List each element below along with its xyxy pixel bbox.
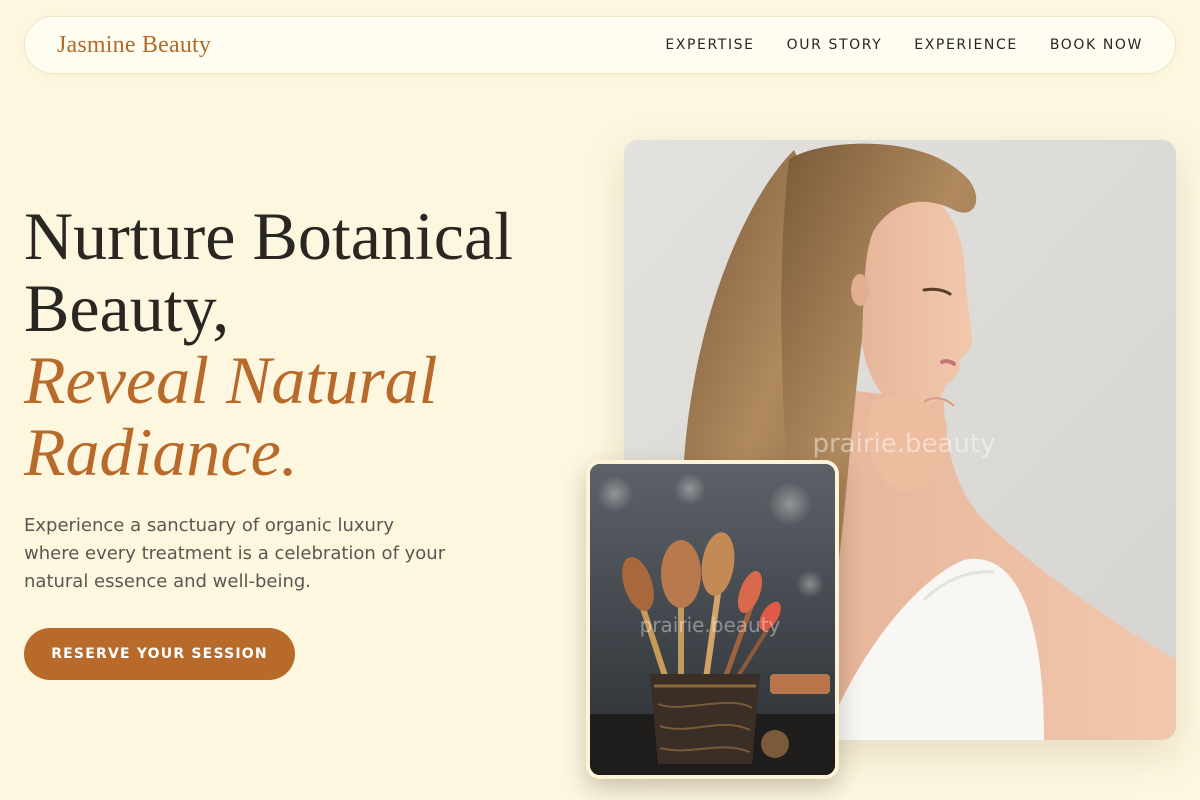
hero-accent-line-1: Reveal Natural [24, 342, 438, 418]
small-watermark: prairie.beauty [640, 613, 781, 637]
hero-title-line-2: Beauty, [24, 270, 230, 346]
makeup-brushes-photo: prairie.beauty [586, 460, 839, 779]
nav-link-book-now[interactable]: BOOK NOW [1050, 37, 1143, 53]
hero-description: Experience a sanctuary of organic luxury… [24, 515, 446, 592]
hero-title: Nurture Botanical Beauty, [24, 200, 584, 344]
reserve-session-button[interactable]: RESERVE YOUR SESSION [24, 628, 295, 680]
main-watermark: prairie.beauty [812, 429, 995, 459]
nav-link-experience[interactable]: EXPERIENCE [914, 37, 1018, 53]
nav-link-expertise[interactable]: EXPERTISE [665, 37, 754, 53]
brushes-illustration: prairie.beauty [590, 464, 835, 775]
brand-logo[interactable]: Jasmine Beauty [57, 32, 211, 59]
hero-accent-line-2: Radiance. [24, 414, 298, 490]
nav-links: EXPERTISE OUR STORY EXPERIENCE BOOK NOW [665, 37, 1143, 53]
nav-link-our-story[interactable]: OUR STORY [787, 37, 883, 53]
hero-title-line-1: Nurture Botanical [24, 198, 514, 274]
top-navbar: Jasmine Beauty EXPERTISE OUR STORY EXPER… [24, 16, 1176, 74]
hero-accent-title: Reveal Natural Radiance. [24, 344, 584, 488]
